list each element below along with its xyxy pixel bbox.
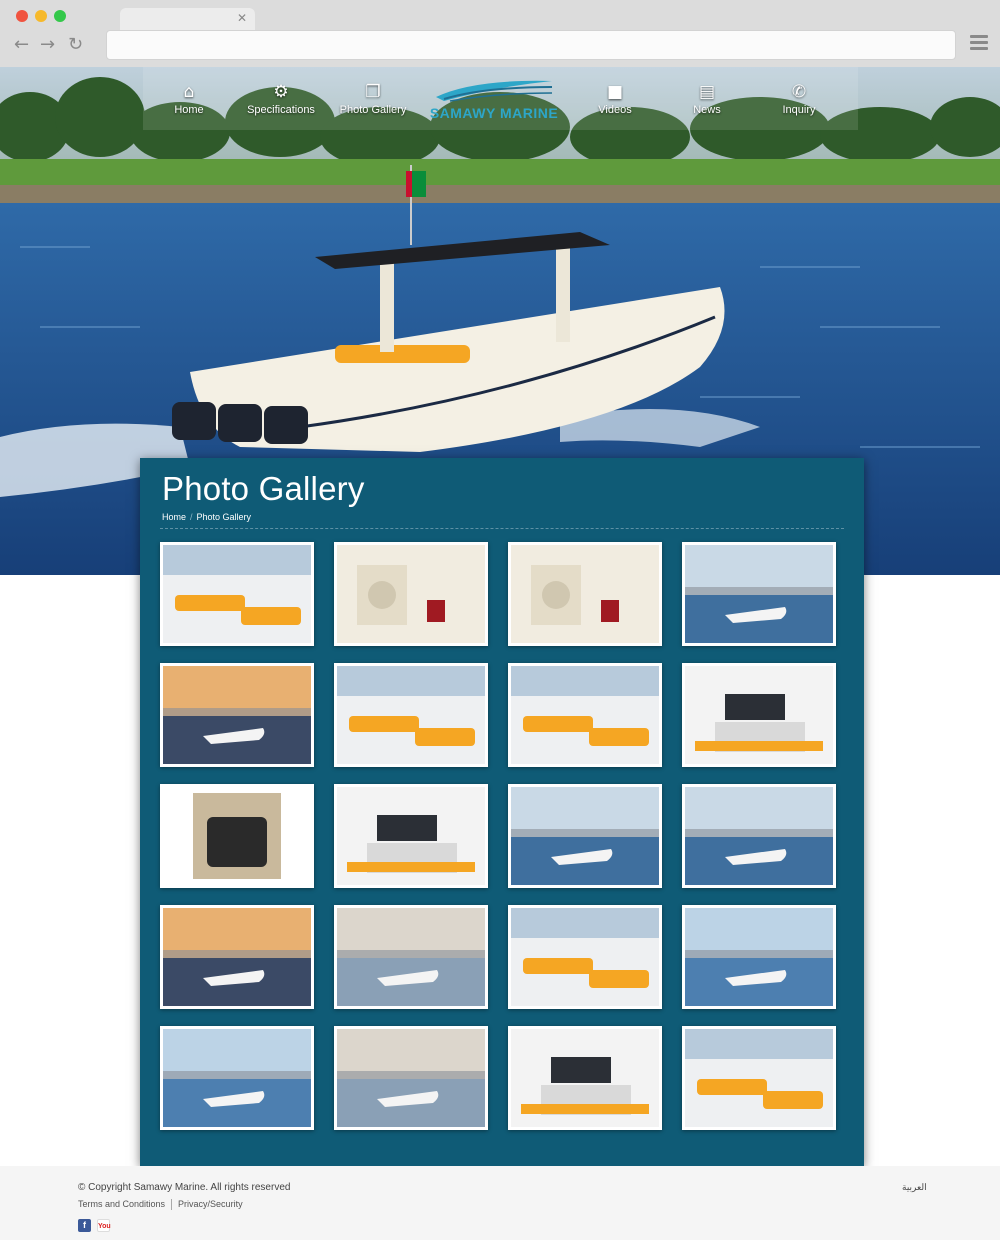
gallery-thumbnail-helm-console[interactable] xyxy=(682,663,836,767)
photo-cockpit-overview xyxy=(685,1029,833,1127)
site-logo[interactable]: SAMAWY MARINE xyxy=(419,67,569,130)
video-camera-icon: ■ xyxy=(606,81,624,102)
minimize-window-button[interactable] xyxy=(35,10,47,22)
gallery-thumbnail-boat-burj-al-arab[interactable] xyxy=(334,1026,488,1130)
photo-boat-burj-al-arab xyxy=(337,1029,485,1127)
photo-grid xyxy=(160,542,836,1130)
breadcrumb-separator: / xyxy=(190,512,193,522)
close-window-button[interactable] xyxy=(16,10,28,22)
nav-label: Photo Gallery xyxy=(339,103,407,116)
photo-deck-orange-seats xyxy=(511,666,659,764)
photo-engine-hatch xyxy=(163,787,311,885)
address-bar[interactable] xyxy=(106,30,956,60)
gallery-panel: Photo Gallery Home / Photo Gallery xyxy=(140,458,864,1166)
nav-label: Home xyxy=(174,103,204,116)
photo-boat-cruising-dusk xyxy=(163,908,311,1006)
photo-deck-seating-day xyxy=(511,908,659,1006)
gallery-icon: ❐ xyxy=(365,81,381,102)
gallery-thumbnail-cockpit-overview[interactable] xyxy=(682,1026,836,1130)
terms-link[interactable]: Terms and Conditions xyxy=(78,1199,165,1210)
reload-icon[interactable]: ↻ xyxy=(68,34,83,55)
photo-hardtop-seating xyxy=(337,666,485,764)
title-divider xyxy=(160,528,844,529)
tab-close-icon[interactable]: ✕ xyxy=(237,11,247,25)
nav-label: Inquiry xyxy=(782,103,816,116)
breadcrumb-current: Photo Gallery xyxy=(196,512,252,522)
browser-tab[interactable]: ✕ xyxy=(120,8,255,32)
photo-boat-skyline-day xyxy=(685,908,833,1006)
privacy-link[interactable]: Privacy/Security xyxy=(178,1199,243,1210)
footer-links: Terms and Conditions Privacy/Security xyxy=(78,1199,243,1210)
gallery-thumbnail-boat-cruising-dusk[interactable] xyxy=(160,905,314,1009)
browser-chrome: ✕ ← → ↻ xyxy=(0,0,1000,68)
youtube-icon[interactable]: You xyxy=(97,1219,111,1232)
gallery-thumbnail-deck-seating-day[interactable] xyxy=(508,905,662,1009)
gallery-thumbnail-hardtop-seating[interactable] xyxy=(334,663,488,767)
nav-photo-gallery[interactable]: ❐ Photo Gallery xyxy=(327,67,419,130)
nav-home[interactable]: ⌂ Home xyxy=(143,67,235,130)
photo-cabin-interior xyxy=(337,545,485,643)
nav-inquiry[interactable]: ✆ Inquiry xyxy=(753,67,845,130)
home-icon: ⌂ xyxy=(183,81,195,102)
photo-visitors-at-helm xyxy=(511,1029,659,1127)
nav-label: Specifications xyxy=(247,103,315,116)
link-divider xyxy=(171,1199,173,1210)
forward-arrow-icon[interactable]: → xyxy=(40,34,55,55)
page-title: Photo Gallery xyxy=(162,470,365,507)
gear-icon: ⚙ xyxy=(273,81,289,102)
logo-wave-icon xyxy=(436,80,553,102)
social-links: f You xyxy=(78,1219,111,1232)
photo-boat-cruising-haze xyxy=(337,908,485,1006)
nav-label: News xyxy=(693,103,721,116)
back-arrow-icon[interactable]: ← xyxy=(14,34,29,55)
photo-cabin-sink xyxy=(511,545,659,643)
facebook-icon[interactable]: f xyxy=(78,1219,91,1232)
gallery-thumbnail-boat-deck-seating[interactable] xyxy=(160,542,314,646)
book-icon: ▤ xyxy=(698,81,716,102)
gallery-thumbnail-deck-orange-seats[interactable] xyxy=(508,663,662,767)
gallery-thumbnail-boat-skyline-day[interactable] xyxy=(682,905,836,1009)
main-navigation: ⌂ Home ⚙ Specifications ❐ Photo Gallery … xyxy=(143,67,858,130)
gallery-thumbnail-cabin-interior[interactable] xyxy=(334,542,488,646)
photo-boat-atlantis-resort xyxy=(163,1029,311,1127)
nav-specifications[interactable]: ⚙ Specifications xyxy=(235,67,327,130)
nav-label: Videos xyxy=(598,103,632,116)
photo-boat-sail-building xyxy=(685,545,833,643)
logo-text: SAMAWY MARINE xyxy=(429,104,559,121)
photo-boat-wake-spray xyxy=(685,787,833,885)
gallery-thumbnail-visitors-at-helm[interactable] xyxy=(508,1026,662,1130)
nav-news[interactable]: ▤ News xyxy=(661,67,753,130)
photo-boat-deck-seating xyxy=(163,545,311,643)
gallery-thumbnail-boat-wake-spray[interactable] xyxy=(682,784,836,888)
phone-icon: ✆ xyxy=(791,81,807,102)
breadcrumb: Home / Photo Gallery xyxy=(162,512,251,522)
photo-helm-console xyxy=(685,666,833,764)
site-footer: © Copyright Samawy Marine. All rights re… xyxy=(0,1166,1000,1240)
gallery-thumbnail-captain-at-helm[interactable] xyxy=(334,784,488,888)
maximize-window-button[interactable] xyxy=(54,10,66,22)
gallery-thumbnail-boat-cruising-haze[interactable] xyxy=(334,905,488,1009)
photo-captain-at-helm xyxy=(337,787,485,885)
photo-boat-sunset-skyline xyxy=(163,666,311,764)
gallery-thumbnail-boat-sunset-skyline[interactable] xyxy=(160,663,314,767)
window-controls xyxy=(16,10,66,22)
gallery-thumbnail-engine-hatch[interactable] xyxy=(160,784,314,888)
gallery-thumbnail-cabin-sink[interactable] xyxy=(508,542,662,646)
browser-menu-icon[interactable] xyxy=(970,35,988,53)
gallery-thumbnail-boat-cruising-city[interactable] xyxy=(508,784,662,888)
copyright-text: © Copyright Samawy Marine. All rights re… xyxy=(78,1182,291,1193)
nav-videos[interactable]: ■ Videos xyxy=(569,67,661,130)
arabic-language-link[interactable]: العربية xyxy=(902,1182,927,1193)
photo-boat-cruising-city xyxy=(511,787,659,885)
breadcrumb-home-link[interactable]: Home xyxy=(162,512,186,522)
gallery-thumbnail-boat-atlantis-resort[interactable] xyxy=(160,1026,314,1130)
gallery-thumbnail-boat-sail-building[interactable] xyxy=(682,542,836,646)
